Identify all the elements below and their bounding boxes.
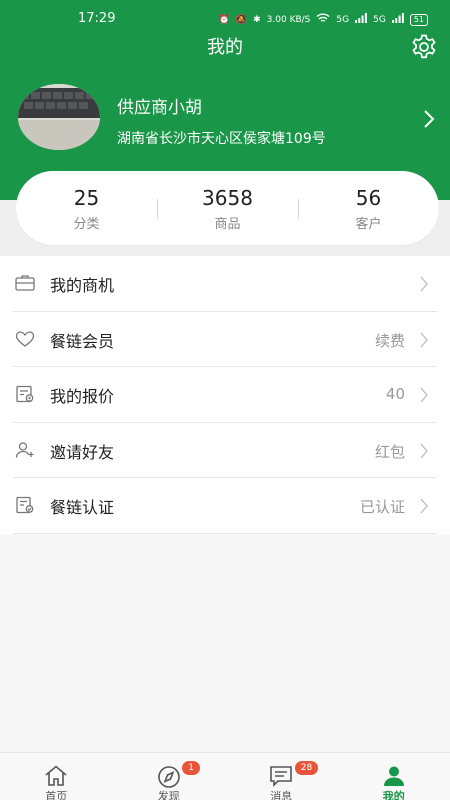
signal-icon [355, 13, 368, 26]
chevron-right-icon [420, 443, 428, 459]
status-time: 17:29 [78, 11, 116, 26]
menu-label: 餐链会员 [50, 331, 115, 351]
stat-label: 客户 [355, 216, 382, 232]
signal-icon-2 [391, 13, 404, 26]
chevron-right-icon [420, 387, 428, 403]
add-user-icon [15, 442, 34, 458]
tab-label: 发现 [157, 790, 180, 800]
tab-home[interactable]: 首页 [0, 753, 113, 800]
stats-card: 25 分类 3658 商品 56 客户 [16, 171, 439, 245]
tab-me[interactable]: 我的 [338, 753, 450, 800]
menu-item-certification[interactable]: 餐链认证 已认证 [13, 478, 437, 534]
status-icons: ⏰ 🔕 ✱ 3.00 KB/S 5G 5G 51 [219, 13, 428, 26]
person-icon [383, 766, 404, 786]
message-icon [270, 766, 293, 787]
page-title: 我的 [207, 37, 243, 58]
signal-label-1: 5G [336, 14, 350, 25]
menu-value: 红包 [374, 442, 405, 461]
tab-discover[interactable]: 1 发现 [113, 753, 226, 800]
home-icon [45, 765, 67, 786]
avatar[interactable] [18, 84, 100, 150]
menu-label: 餐链认证 [50, 498, 115, 518]
signal-label-2: 5G [373, 14, 386, 25]
tab-messages[interactable]: 28 消息 [225, 753, 338, 800]
settings-gear-icon[interactable] [410, 33, 438, 61]
stat-products[interactable]: 3658 商品 [157, 185, 298, 232]
tab-label: 消息 [270, 790, 293, 800]
stat-label: 分类 [73, 216, 100, 232]
stat-value: 56 [355, 185, 382, 210]
menu-item-opportunities[interactable]: 我的商机 [13, 256, 437, 312]
heart-icon [15, 330, 35, 347]
quote-icon [16, 386, 34, 403]
menu-label: 我的商机 [50, 276, 115, 295]
tab-label: 首页 [45, 790, 68, 800]
stat-value: 25 [73, 185, 100, 210]
menu-item-invite[interactable]: 邀请好友 红包 [13, 423, 437, 479]
bluetooth-icon: ✱ [253, 14, 261, 25]
wifi-icon [316, 13, 330, 26]
tab-label: 我的 [382, 790, 405, 800]
stat-customers[interactable]: 56 客户 [298, 185, 439, 232]
menu-value: 续费 [374, 331, 405, 350]
user-address: 湖南省长沙市天心区侯家塘109号 [117, 131, 326, 147]
stat-label: 商品 [214, 216, 241, 232]
avatar-keyboard-image [18, 84, 100, 150]
chevron-right-icon[interactable] [422, 108, 436, 130]
menu-list: 我的商机 餐链会员 续费 我的报价 40 邀请好友 红包 餐链认证 已认证 [0, 256, 450, 534]
stat-value: 3658 [202, 185, 253, 210]
compass-icon [157, 766, 180, 788]
user-name: 供应商小胡 [117, 98, 202, 118]
menu-label: 邀请好友 [50, 442, 115, 462]
menu-item-membership[interactable]: 餐链会员 续费 [13, 312, 437, 368]
tab-badge: 28 [294, 761, 319, 775]
menu-item-quotes[interactable]: 我的报价 40 [13, 367, 437, 423]
bottom-tab-bar: 首页 1 发现 28 消息 我的 [0, 752, 450, 800]
menu-value: 已认证 [359, 498, 405, 517]
status-bar: 17:29 ⏰ 🔕 ✱ 3.00 KB/S 5G 5G 51 [0, 0, 450, 34]
chevron-right-icon [420, 276, 428, 292]
net-speed: 3.00 KB/S [266, 14, 311, 25]
chevron-right-icon [420, 498, 428, 514]
menu-label: 我的报价 [50, 387, 115, 407]
chevron-right-icon [420, 332, 428, 348]
briefcase-icon [15, 275, 35, 291]
tab-badge: 1 [182, 761, 200, 775]
alarm-icon: ⏰ [218, 14, 230, 25]
mute-icon: 🔕 [235, 14, 248, 25]
stat-categories[interactable]: 25 分类 [16, 185, 157, 232]
menu-value: 40 [385, 385, 405, 404]
battery-icon: 51 [409, 13, 428, 26]
certify-icon [16, 497, 34, 514]
